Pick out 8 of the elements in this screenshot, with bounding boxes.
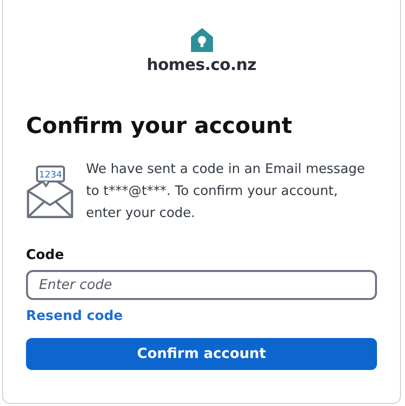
- confirmation-message: We have sent a code in an Email message to t***@t***. To confirm your account, enter your code.: [86, 161, 366, 223]
- page-title: Confirm your account: [26, 114, 294, 139]
- resend-code-link[interactable]: Resend code: [26, 308, 123, 324]
- code-input-field[interactable]: Enter code: [26, 270, 377, 300]
- logo-text: homes.co.nz: [146, 55, 256, 74]
- house-logo-icon: [190, 28, 212, 52]
- confirm-account-button[interactable]: Confirm account: [26, 338, 377, 370]
- field-label: Code: [26, 247, 66, 263]
